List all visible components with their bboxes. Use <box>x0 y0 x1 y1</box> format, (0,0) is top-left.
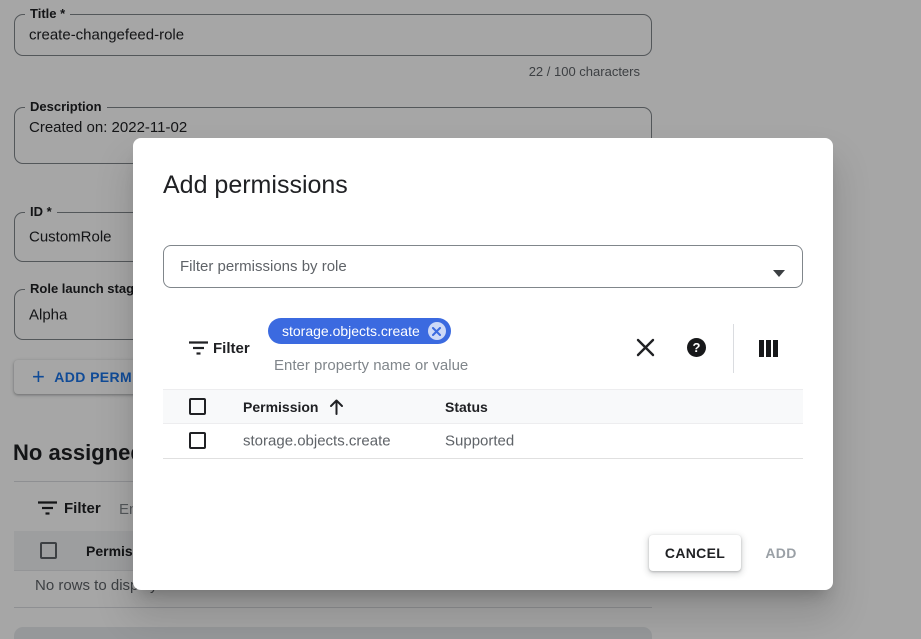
filter-permissions-by-role-select[interactable]: Filter permissions by role <box>163 245 803 288</box>
status-column-header: Status <box>445 399 488 415</box>
sort-ascending-icon <box>329 399 344 420</box>
permission-table-row[interactable]: storage.objects.create Supported <box>163 424 803 459</box>
add-button[interactable]: ADD <box>745 535 817 571</box>
help-icon: ? <box>687 338 706 357</box>
toolbar-divider <box>733 324 734 373</box>
dialog-title: Add permissions <box>163 171 348 200</box>
columns-icon <box>758 345 779 360</box>
select-all-checkbox[interactable] <box>189 398 206 415</box>
chip-close-icon[interactable] <box>428 322 446 340</box>
chevron-down-icon <box>773 264 785 281</box>
filter-chip[interactable]: storage.objects.create <box>268 318 451 344</box>
dialog-filter-label: Filter <box>213 340 250 357</box>
filter-help-button[interactable]: ? <box>687 338 706 357</box>
cancel-button[interactable]: CANCEL <box>649 535 741 571</box>
role-filter-placeholder: Filter permissions by role <box>180 258 347 275</box>
permission-column-header: Permission <box>243 399 318 415</box>
add-permissions-dialog: Add permissions Filter permissions by ro… <box>133 138 833 590</box>
column-display-button[interactable] <box>758 340 779 357</box>
close-icon <box>636 345 655 360</box>
dialog-table-header-row: Permission Status <box>163 389 803 424</box>
filter-chip-label: storage.objects.create <box>282 323 420 339</box>
permission-cell: storage.objects.create <box>243 433 391 450</box>
create-role-screen: Title * create-changefeed-role 22 / 100 … <box>0 0 921 639</box>
dialog-filter-input[interactable]: Enter property name or value <box>274 357 468 374</box>
row-checkbox[interactable] <box>189 432 206 449</box>
status-cell: Supported <box>445 433 514 450</box>
filter-icon <box>189 341 208 360</box>
clear-filters-button[interactable] <box>636 338 655 357</box>
